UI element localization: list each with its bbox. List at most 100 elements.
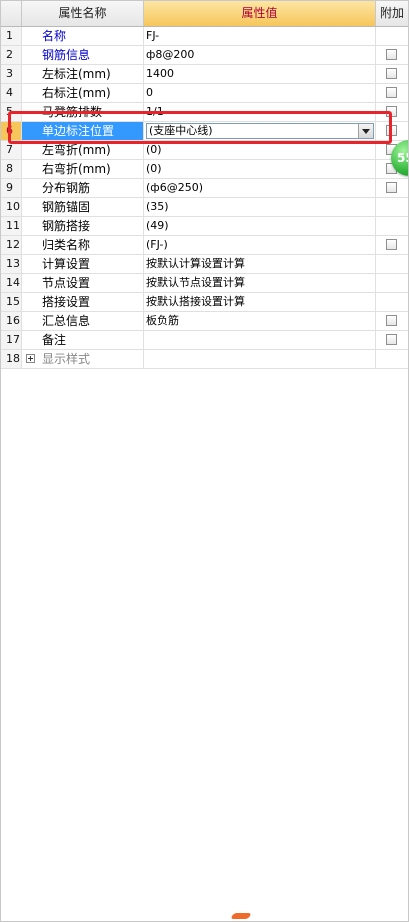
property-name-label: 右弯折(mm) (42, 162, 111, 176)
property-name-cell[interactable]: 汇总信息 (22, 312, 144, 330)
table-row[interactable]: 7 左弯折(mm) (0) (0, 141, 409, 160)
append-checkbox[interactable] (386, 87, 397, 98)
table-row[interactable]: 10 钢筋锚固 (35) (0, 198, 409, 217)
property-name-cell[interactable]: 分布钢筋 (22, 179, 144, 197)
property-name-cell[interactable]: 计算设置 (22, 255, 144, 273)
property-value-text: 按默认节点设置计算 (146, 276, 245, 289)
table-row[interactable]: 3 左标注(mm) 1400 (0, 65, 409, 84)
row-number: 15 (0, 293, 22, 311)
property-name-label: 计算设置 (42, 257, 91, 271)
property-name-label: 显示样式 (42, 352, 91, 366)
property-value-cell[interactable]: (35) (144, 198, 376, 216)
property-value-cell[interactable]: 1/1 (144, 103, 376, 121)
property-value-cell[interactable]: 0 (144, 84, 376, 102)
row-number: 18 (0, 350, 22, 368)
header-property-name[interactable]: 属性名称 (22, 0, 144, 26)
table-row[interactable]: 1 名称 FJ- (0, 27, 409, 46)
dropdown-selected-value: (支座中心线) (149, 124, 213, 137)
append-cell (376, 312, 409, 330)
table-row[interactable]: 14 节点设置 按默认节点设置计算 (0, 274, 409, 293)
property-name-cell[interactable]: 左弯折(mm) (22, 141, 144, 159)
property-name-cell[interactable]: 节点设置 (22, 274, 144, 292)
property-name-cell[interactable]: 归类名称 (22, 236, 144, 254)
row-number: 12 (0, 236, 22, 254)
property-name-cell[interactable]: 钢筋锚固 (22, 198, 144, 216)
row-number: 7 (0, 141, 22, 159)
table-row[interactable]: 4 右标注(mm) 0 (0, 84, 409, 103)
property-name-label: 名称 (42, 29, 67, 43)
property-value-cell[interactable]: (49) (144, 217, 376, 235)
expand-plus-icon[interactable] (26, 354, 35, 363)
table-row[interactable]: 5 马凳筋排数 1/1 (0, 103, 409, 122)
dropdown-arrow-icon[interactable] (358, 124, 373, 138)
property-name-cell[interactable]: 备注 (22, 331, 144, 349)
property-value-cell[interactable]: 板负筋 (144, 312, 376, 330)
append-cell (376, 255, 409, 273)
orange-mark (230, 913, 252, 919)
table-row[interactable]: 15 搭接设置 按默认搭接设置计算 (0, 293, 409, 312)
table-row[interactable]: 2 钢筋信息 ф8@200 (0, 46, 409, 65)
property-value-text: ф8@200 (146, 48, 195, 61)
table-row[interactable]: 16 汇总信息 板负筋 (0, 312, 409, 331)
property-value-text: (0) (146, 143, 162, 156)
row-number: 4 (0, 84, 22, 102)
append-checkbox[interactable] (386, 49, 397, 60)
property-name-label: 备注 (42, 333, 67, 347)
property-name-cell[interactable]: 钢筋信息 (22, 46, 144, 64)
append-cell (376, 103, 409, 121)
property-name-cell[interactable]: 搭接设置 (22, 293, 144, 311)
append-checkbox[interactable] (386, 334, 397, 345)
property-value-cell[interactable]: (0) (144, 160, 376, 178)
property-value-cell[interactable]: 1400 (144, 65, 376, 83)
append-checkbox[interactable] (386, 68, 397, 79)
property-value-cell[interactable]: (支座中心线) (144, 122, 376, 140)
property-name-cell[interactable]: 左标注(mm) (22, 65, 144, 83)
table-row[interactable]: 11 钢筋搭接 (49) (0, 217, 409, 236)
append-checkbox[interactable] (386, 315, 397, 326)
property-value-cell[interactable]: (ф6@250) (144, 179, 376, 197)
property-value-text: FJ- (146, 29, 160, 42)
table-row[interactable]: 9 分布钢筋 (ф6@250) (0, 179, 409, 198)
property-value-text: (49) (146, 219, 169, 232)
property-name-cell[interactable]: 显示样式 (22, 350, 144, 368)
table-row[interactable]: 13 计算设置 按默认计算设置计算 (0, 255, 409, 274)
table-row[interactable]: 17 备注 (0, 331, 409, 350)
property-value-cell[interactable] (144, 350, 376, 368)
row-number: 6 (0, 122, 22, 140)
property-name-label: 单边标注位置 (42, 124, 115, 138)
property-value-cell[interactable]: 按默认搭接设置计算 (144, 293, 376, 311)
property-value-cell[interactable]: FJ- (144, 27, 376, 45)
property-value-text: 1400 (146, 67, 174, 80)
value-dropdown[interactable]: (支座中心线) (146, 123, 374, 139)
header-property-value[interactable]: 属性值 (144, 0, 376, 26)
append-cell (376, 198, 409, 216)
table-row[interactable]: 8 右弯折(mm) (0) (0, 160, 409, 179)
property-value-cell[interactable] (144, 331, 376, 349)
property-value-cell[interactable]: (0) (144, 141, 376, 159)
property-value-cell[interactable]: (FJ-) (144, 236, 376, 254)
property-name-cell[interactable]: 右弯折(mm) (22, 160, 144, 178)
property-name-label: 钢筋锚固 (42, 200, 91, 214)
append-checkbox[interactable] (386, 239, 397, 250)
row-number: 9 (0, 179, 22, 197)
table-row[interactable]: 12 归类名称 (FJ-) (0, 236, 409, 255)
property-name-cell[interactable]: 右标注(mm) (22, 84, 144, 102)
property-name-label: 左弯折(mm) (42, 143, 111, 157)
property-value-cell[interactable]: 按默认计算设置计算 (144, 255, 376, 273)
property-value-cell[interactable]: ф8@200 (144, 46, 376, 64)
property-name-cell[interactable]: 名称 (22, 27, 144, 45)
table-row[interactable]: 6 单边标注位置 (支座中心线) (0, 122, 409, 141)
append-cell (376, 84, 409, 102)
property-name-cell[interactable]: 马凳筋排数 (22, 103, 144, 121)
append-checkbox[interactable] (386, 182, 397, 193)
append-checkbox[interactable] (386, 106, 397, 117)
property-value-cell[interactable]: 按默认节点设置计算 (144, 274, 376, 292)
append-cell (376, 217, 409, 235)
header-append[interactable]: 附加 (376, 0, 409, 26)
row-number: 11 (0, 217, 22, 235)
table-row[interactable]: 18 显示样式 (0, 350, 409, 369)
property-name-cell[interactable]: 钢筋搭接 (22, 217, 144, 235)
append-cell (376, 236, 409, 254)
property-name-cell[interactable]: 单边标注位置 (22, 122, 144, 140)
append-checkbox[interactable] (386, 125, 397, 136)
